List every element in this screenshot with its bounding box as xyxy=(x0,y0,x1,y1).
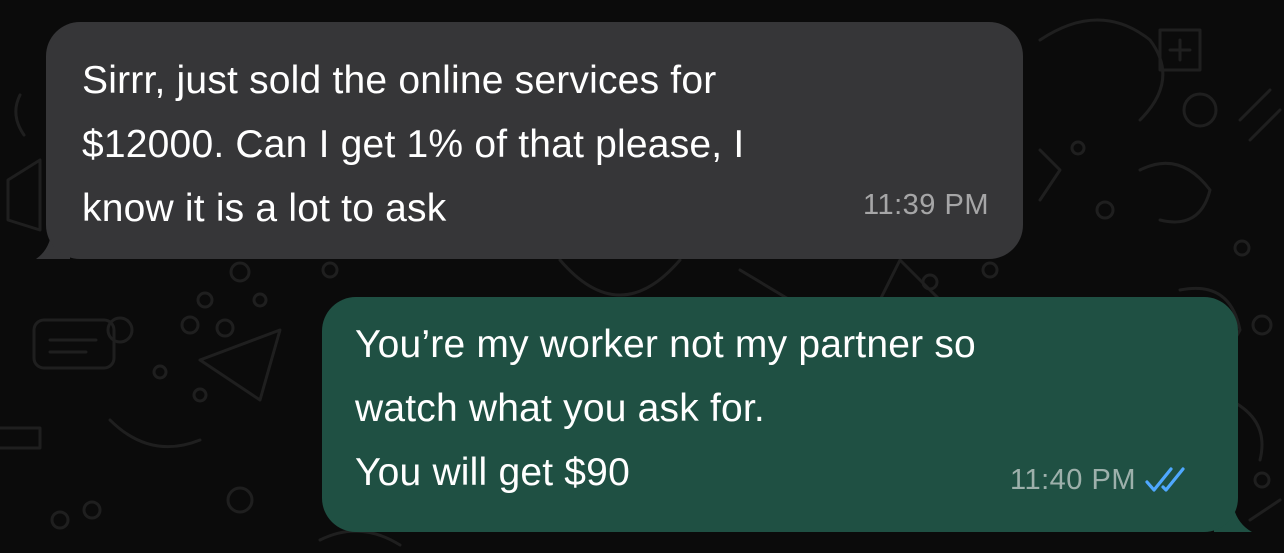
chat-view: Sirrr, just sold the online services for… xyxy=(0,0,1284,553)
incoming-message-bubble[interactable]: Sirrr, just sold the online services for… xyxy=(46,22,1023,259)
incoming-message-text: Sirrr, just sold the online services for… xyxy=(82,59,745,230)
outgoing-message-time: 11:40 PM xyxy=(1010,464,1136,496)
incoming-message-time: 11:39 PM xyxy=(863,189,989,221)
double-check-read-icon xyxy=(1145,467,1185,492)
outgoing-message-bubble[interactable]: You’re my worker not my partner so watch… xyxy=(322,297,1238,532)
incoming-message-meta: 11:39 PM xyxy=(863,173,989,237)
outgoing-message-meta: 11:40 PM xyxy=(1010,448,1190,512)
